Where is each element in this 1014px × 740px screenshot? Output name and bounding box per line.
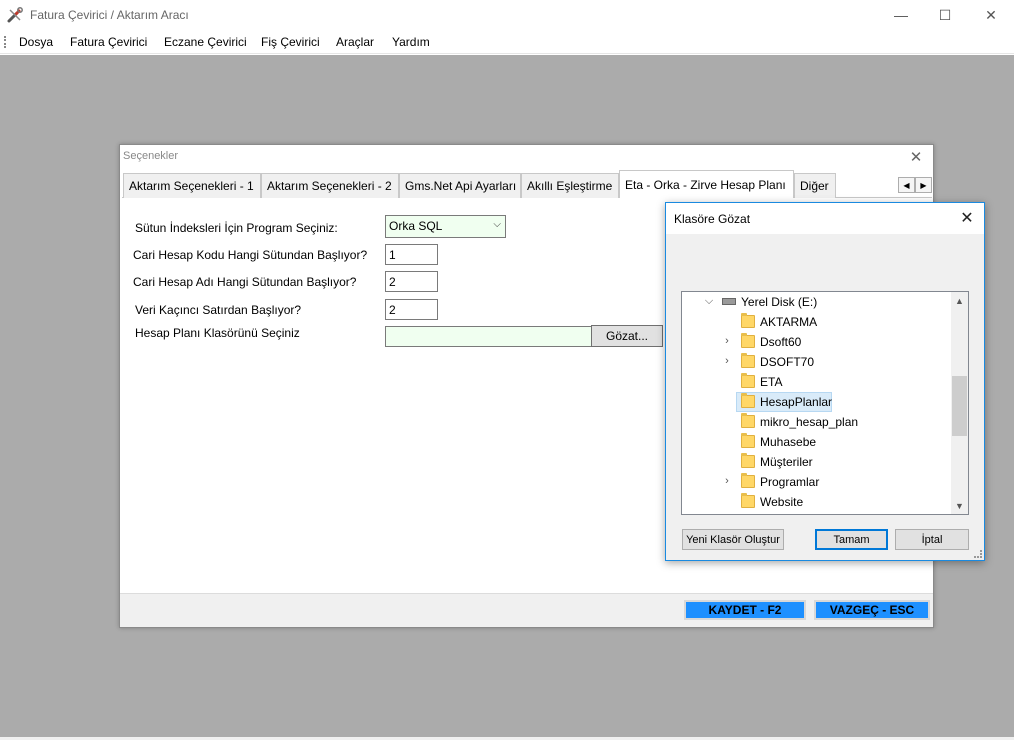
wrench-screwdriver-icon: [7, 7, 23, 23]
tree-item-folder[interactable]: › DSOFT70: [682, 352, 952, 372]
collapse-chevron-icon[interactable]: ⌵: [704, 295, 714, 308]
tree-item-label: mikro_hesap_plan: [760, 415, 859, 429]
code-column-label: Cari Hesap Kodu Hangi Sütundan Başlıyor?: [133, 248, 368, 262]
tree-item-label: ETA: [760, 375, 783, 389]
menu-araclar[interactable]: Araçlar: [336, 35, 374, 49]
tree-item-drive[interactable]: ⌵ Yerel Disk (E:): [682, 292, 952, 312]
menu-dosya[interactable]: Dosya: [19, 35, 53, 49]
tree-item-label: Yerel Disk (E:): [741, 295, 818, 309]
new-folder-button[interactable]: Yeni Klasör Oluştur: [682, 529, 784, 550]
folder-icon: [741, 313, 755, 328]
options-tab-strip: Aktarım Seçenekleri - 1 Aktarım Seçenekl…: [122, 170, 932, 199]
folder-path-input[interactable]: [385, 326, 592, 347]
scroll-down-icon[interactable]: ▼: [951, 497, 968, 514]
tree-item-folder[interactable]: AKTARMA: [682, 312, 952, 332]
options-dialog-title: Seçenekler: [123, 150, 179, 162]
tab-scroll-right-icon[interactable]: ▶: [915, 177, 932, 193]
tree-item-folder[interactable]: Müşteriler: [682, 452, 952, 472]
menu-grip-icon: [4, 36, 6, 48]
folder-icon: [741, 353, 755, 368]
tree-item-label: Programlar: [760, 475, 820, 489]
folder-browser-dialog: Klasöre Gözat ✕ ⌵ Yerel Disk (E:) AKTARM…: [665, 202, 985, 561]
expand-chevron-icon[interactable]: ›: [722, 335, 732, 347]
expand-chevron-icon[interactable]: ›: [722, 355, 732, 367]
folder-icon: [741, 473, 755, 488]
tab-aktarim-secenekleri-1[interactable]: Aktarım Seçenekleri - 1: [123, 173, 261, 198]
tab-aktarim-secenekleri-2[interactable]: Aktarım Seçenekleri - 2: [261, 173, 399, 198]
folder-icon: [741, 393, 755, 408]
tab-gms-net-api[interactable]: Gms.Net Api Ayarları: [399, 173, 521, 198]
folder-cancel-button[interactable]: İptal: [895, 529, 969, 550]
browse-button[interactable]: Gözat...: [591, 325, 663, 347]
folder-icon: [741, 373, 755, 388]
tree-item-folder[interactable]: › Programlar: [682, 472, 952, 492]
folder-select-label: Hesap Planı Klasörünü Seçiniz: [135, 326, 300, 340]
tree-item-label: DSOFT70: [760, 355, 815, 369]
folder-icon: [741, 413, 755, 428]
tree-item-folder-selected[interactable]: HesapPlanlar: [682, 392, 952, 412]
menu-bar: Dosya Fatura Çevirici Eczane Çevirici Fi…: [0, 30, 1014, 54]
folder-icon: [741, 333, 755, 348]
tab-diger[interactable]: Diğer: [794, 173, 836, 198]
folder-browser-title-bar: Klasöre Gözat ✕: [666, 203, 984, 234]
folder-icon: [741, 433, 755, 448]
tree-item-folder[interactable]: Website: [682, 492, 952, 512]
options-footer: KAYDET - F2 VAZGEÇ - ESC: [120, 593, 933, 627]
folder-tree[interactable]: ⌵ Yerel Disk (E:) AKTARMA › Dsoft60 › DS…: [681, 291, 969, 515]
tree-item-label: Muhasebe: [760, 435, 817, 449]
main-title-bar: Fatura Çevirici / Aktarım Aracı — ☐ ✕: [0, 0, 1014, 30]
program-select-value: Orka SQL: [389, 219, 443, 233]
start-row-input[interactable]: 2: [385, 299, 438, 320]
tree-item-label: HesapPlanlar: [760, 395, 833, 409]
menu-eczane-cevirici[interactable]: Eczane Çevirici: [164, 35, 247, 49]
scrollbar-thumb[interactable]: [952, 376, 967, 436]
menu-fis-cevirici[interactable]: Fiş Çevirici: [261, 35, 320, 49]
save-button[interactable]: KAYDET - F2: [684, 600, 806, 620]
tree-item-label: Website: [760, 495, 804, 509]
options-close-button[interactable]: ✕: [905, 147, 927, 167]
tree-item-folder[interactable]: Muhasebe: [682, 432, 952, 452]
folder-browser-title: Klasöre Gözat: [674, 212, 751, 226]
menu-fatura-cevirici[interactable]: Fatura Çevirici: [70, 35, 147, 49]
program-select-label: Sütun İndeksleri İçin Program Seçiniz:: [135, 221, 338, 235]
tab-eta-orka-zirve[interactable]: Eta - Orka - Zirve Hesap Planı: [619, 170, 794, 199]
folder-browser-close-button[interactable]: ✕: [956, 207, 978, 229]
resize-grip-icon[interactable]: [974, 550, 982, 558]
folder-icon: [741, 493, 755, 508]
close-window-button[interactable]: ✕: [968, 0, 1014, 30]
scroll-up-icon[interactable]: ▲: [951, 292, 968, 309]
maximize-button[interactable]: ☐: [922, 0, 968, 30]
expand-chevron-icon[interactable]: ›: [722, 475, 732, 487]
tree-scrollbar[interactable]: ▲ ▼: [951, 292, 968, 514]
minimize-button[interactable]: —: [878, 0, 924, 30]
tree-item-label: Dsoft60: [760, 335, 802, 349]
tree-item-folder[interactable]: ETA: [682, 372, 952, 392]
start-row-label: Veri Kaçıncı Satırdan Başlıyor?: [135, 303, 302, 317]
ok-button[interactable]: Tamam: [815, 529, 888, 550]
cancel-button[interactable]: VAZGEÇ - ESC: [814, 600, 930, 620]
tree-item-label: AKTARMA: [760, 315, 818, 329]
code-column-input[interactable]: 1: [385, 244, 438, 265]
name-column-label: Cari Hesap Adı Hangi Sütundan Başlıyor?: [133, 275, 357, 289]
tab-akilli-eslestirme[interactable]: Akıllı Eşleştirme: [521, 173, 619, 198]
tab-scroll-left-icon[interactable]: ◀: [898, 177, 915, 193]
tree-item-label: Müşteriler: [760, 455, 813, 469]
drive-icon: [722, 298, 736, 305]
tree-item-folder[interactable]: › Dsoft60: [682, 332, 952, 352]
folder-icon: [741, 453, 755, 468]
program-select[interactable]: Orka SQL ⌵: [385, 215, 506, 238]
window-title: Fatura Çevirici / Aktarım Aracı: [30, 8, 189, 22]
tree-item-folder[interactable]: mikro_hesap_plan: [682, 412, 952, 432]
name-column-input[interactable]: 2: [385, 271, 438, 292]
chevron-down-icon: ⌵: [493, 219, 501, 230]
menu-yardim[interactable]: Yardım: [392, 35, 430, 49]
